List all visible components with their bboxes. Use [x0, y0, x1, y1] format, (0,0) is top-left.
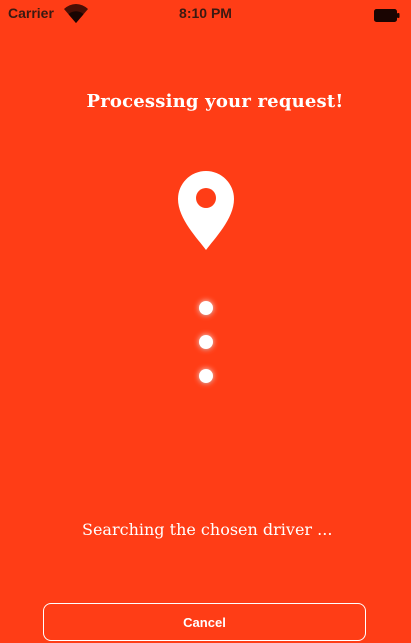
progress-dot	[199, 335, 213, 349]
page-title: Processing your request!	[86, 91, 344, 112]
clock-time: 8:10 PM	[179, 5, 232, 21]
cancel-button[interactable]: Cancel	[43, 603, 366, 641]
progress-dot	[199, 301, 213, 315]
status-bar: Carrier 8:10 PM	[0, 0, 411, 28]
location-pin-icon	[178, 171, 234, 250]
searching-status-text: Searching the chosen driver ...	[82, 520, 333, 539]
progress-dot	[199, 369, 213, 383]
battery-icon	[374, 9, 400, 22]
